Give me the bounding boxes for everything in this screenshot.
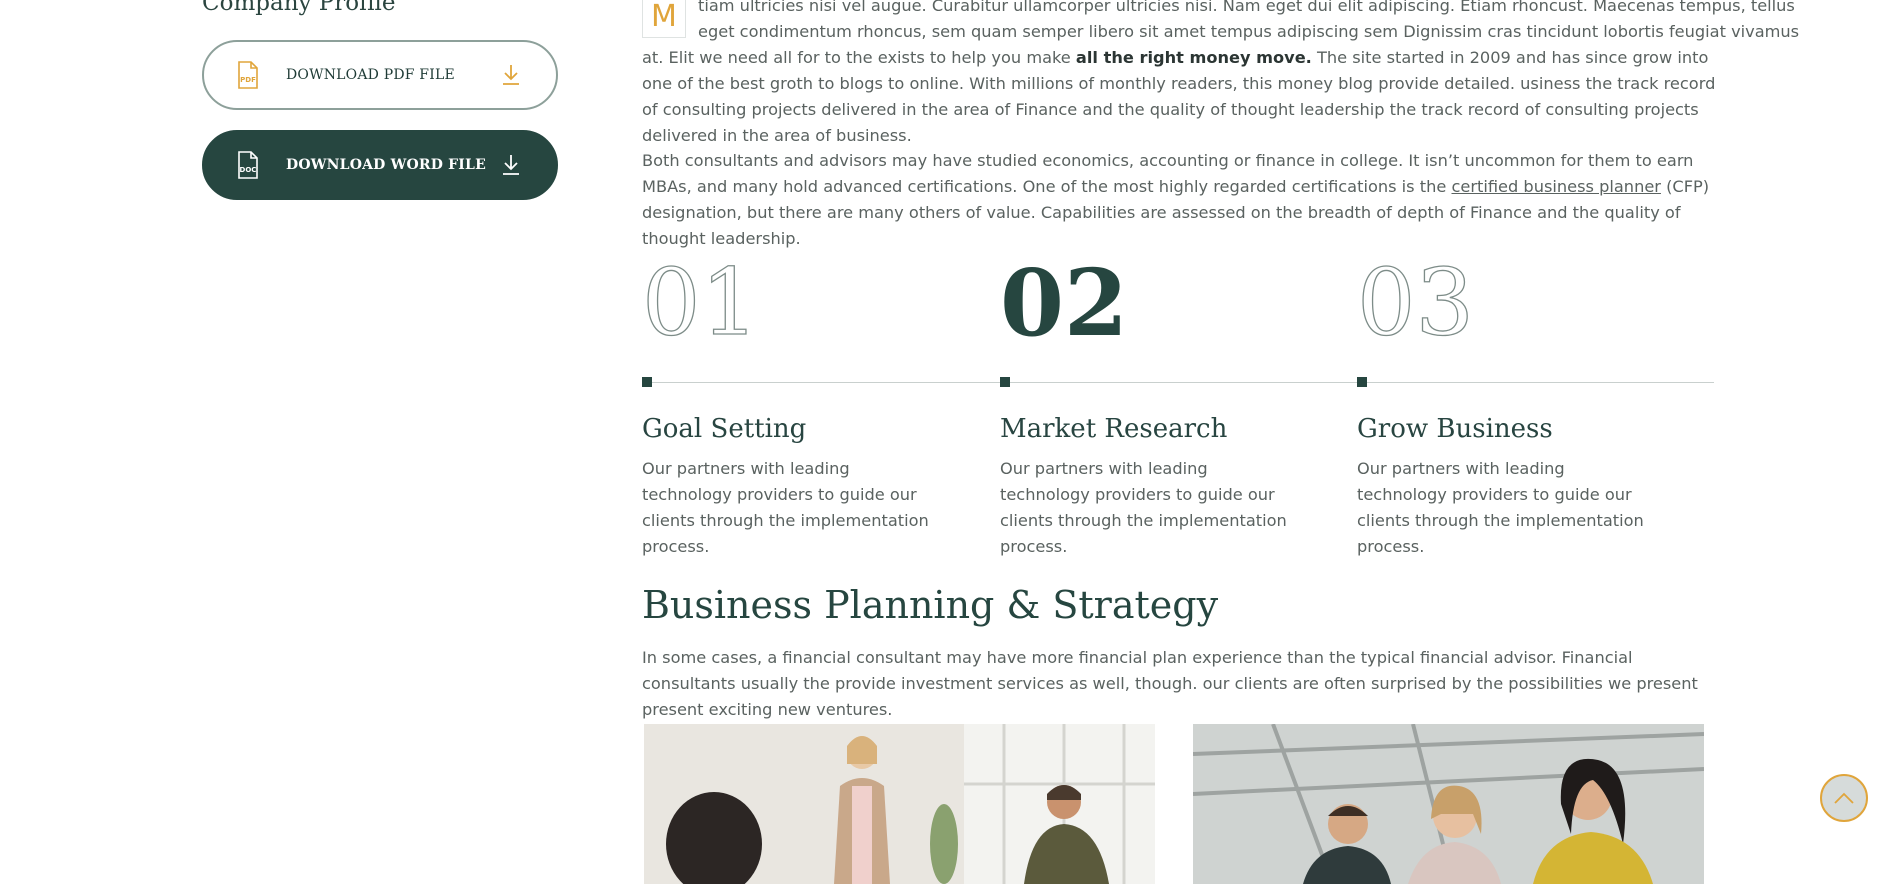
team-photo: [1193, 724, 1704, 884]
certified-business-planner-link[interactable]: certified business planner: [1451, 177, 1660, 196]
download-pdf-button[interactable]: PDF DOWNLOAD PDF FILE: [202, 40, 558, 110]
intro-line-1: tiam ultricies nisi vel augue. Curabitur…: [698, 0, 1795, 15]
consultants-paragraph: Both consultants and advisors may have s…: [642, 148, 1722, 252]
drop-cap: M: [642, 0, 686, 38]
scroll-to-top-button[interactable]: [1820, 774, 1868, 822]
step-number-01: 01: [641, 249, 760, 356]
intro-paragraph: at. Elit we need all for to the exists t…: [642, 45, 1722, 149]
intro-text: at. Elit we need all for to the exists t…: [642, 48, 1076, 67]
timeline-marker: [642, 377, 652, 387]
step-number-03: 03: [1356, 249, 1475, 356]
section-description: In some cases, a financial consultant ma…: [642, 648, 1698, 719]
step-title-market-research: Market Research: [1000, 414, 1228, 444]
section-title: Business Planning & Strategy: [642, 583, 1219, 627]
download-word-button[interactable]: DOC DOWNLOAD WORD FILE: [202, 130, 558, 200]
intro-bold-text: all the right money move.: [1075, 48, 1312, 67]
meeting-photo: [644, 724, 1155, 884]
timeline-marker: [1357, 377, 1367, 387]
intro-line-2: eget condimentum rhoncus, sem quam sempe…: [698, 22, 1800, 41]
steps-timeline: [642, 382, 1714, 383]
doc-file-icon: DOC: [238, 151, 258, 179]
sidebar-title: Company Profile: [202, 0, 396, 16]
svg-text:PDF: PDF: [240, 76, 256, 84]
step-description: Our partners with leading technology pro…: [1000, 459, 1287, 556]
download-word-label: DOWNLOAD WORD FILE: [286, 157, 486, 173]
svg-text:DOC: DOC: [240, 166, 257, 174]
timeline-marker: [1000, 377, 1010, 387]
download-icon: [503, 155, 519, 175]
step-description: Our partners with leading technology pro…: [1357, 459, 1644, 556]
step-number-02: 02: [1000, 249, 1129, 357]
pdf-file-icon: PDF: [238, 61, 258, 89]
download-pdf-label: DOWNLOAD PDF FILE: [286, 67, 455, 83]
download-icon: [503, 65, 519, 85]
chevron-up-icon: [1834, 792, 1854, 804]
step-title-goal-setting: Goal Setting: [642, 414, 807, 444]
step-description: Our partners with leading technology pro…: [642, 459, 929, 556]
step-title-grow-business: Grow Business: [1357, 414, 1553, 444]
